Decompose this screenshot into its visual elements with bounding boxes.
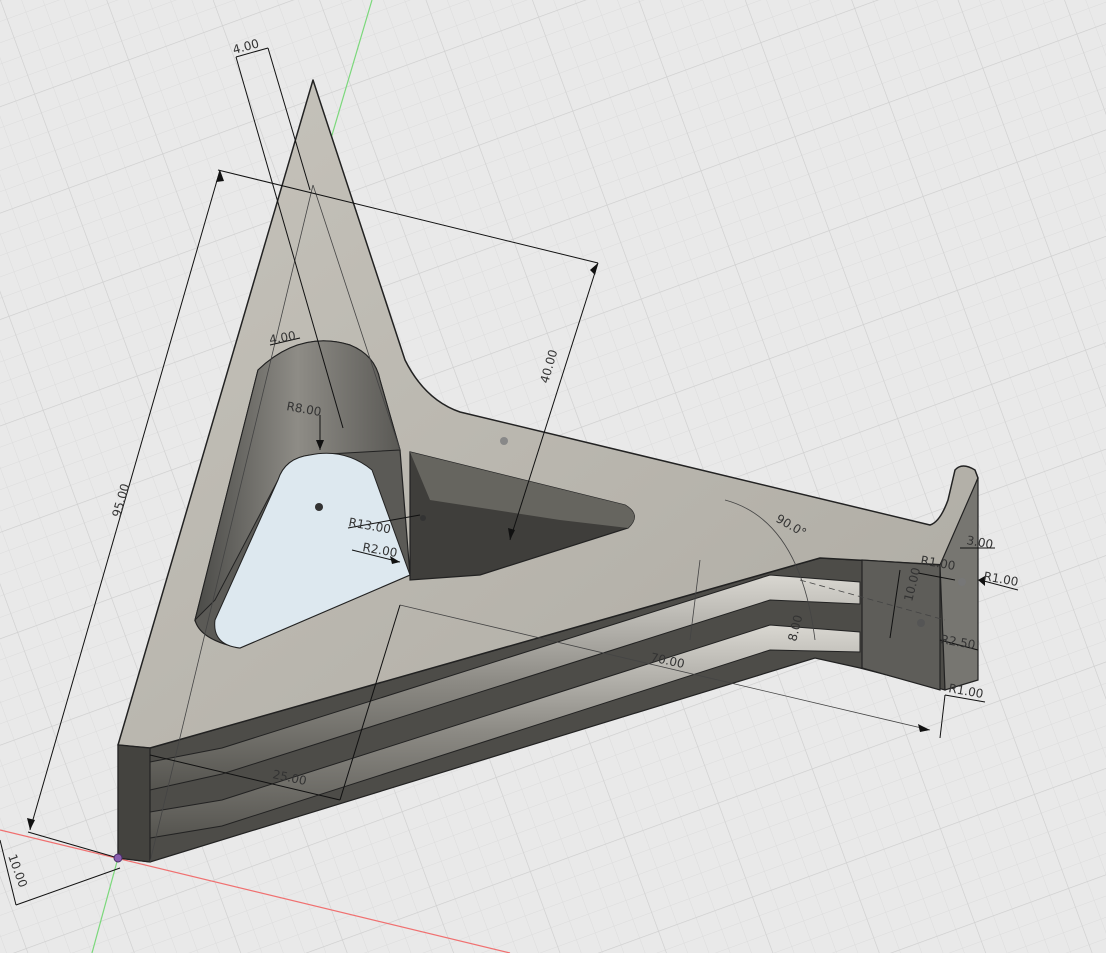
right-end-block bbox=[861, 559, 941, 691]
sketch-point[interactable] bbox=[917, 619, 925, 627]
left-end-face bbox=[117, 744, 151, 863]
cad-viewport[interactable]: 4.00 4.00 95.00 40.00 R8.00 R13.00 R2.00… bbox=[0, 0, 1106, 953]
sketch-point[interactable] bbox=[958, 578, 966, 586]
sketch-point[interactable] bbox=[500, 437, 508, 445]
sketch-point[interactable] bbox=[315, 503, 323, 511]
sketch-point[interactable] bbox=[420, 515, 426, 521]
origin-point[interactable] bbox=[113, 853, 123, 863]
